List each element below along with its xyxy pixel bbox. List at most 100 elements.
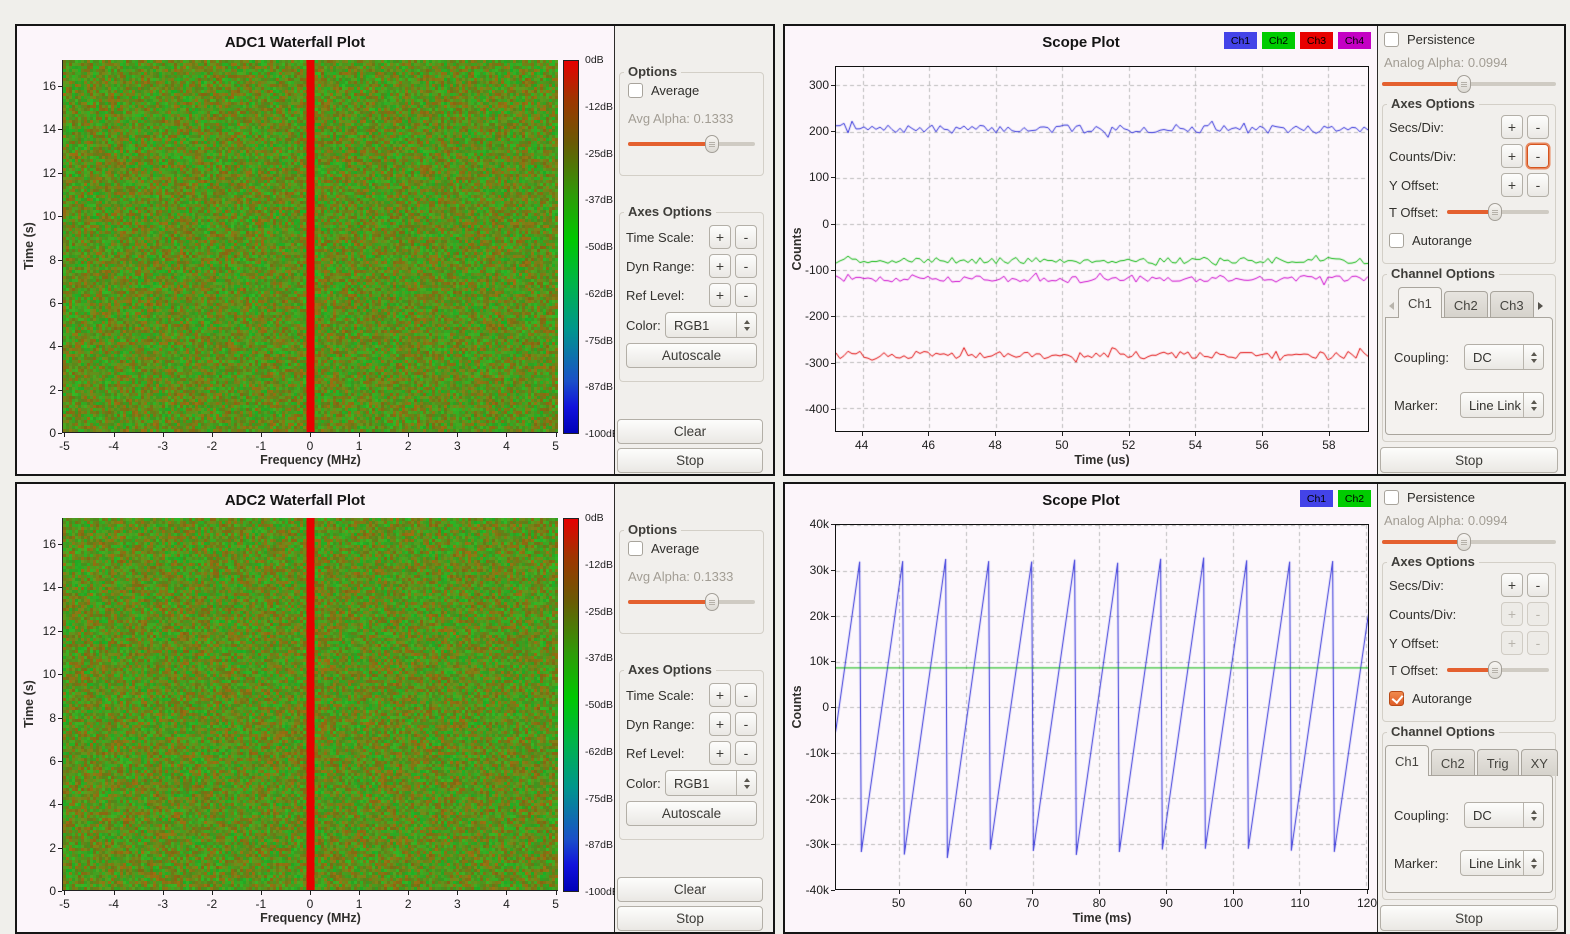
y-offset-plus-button[interactable]: + <box>1501 631 1523 655</box>
y-offset-minus-button[interactable]: - <box>1527 173 1549 197</box>
spin-down-icon[interactable] <box>1531 359 1537 363</box>
autoscale-button[interactable]: Autoscale <box>626 801 757 826</box>
average-checkbox[interactable] <box>628 83 643 98</box>
time-scale-minus-button[interactable]: - <box>735 225 757 249</box>
t-offset-slider[interactable] <box>1447 661 1549 679</box>
avg-alpha-slider[interactable] <box>628 135 755 153</box>
ref-level-minus-button[interactable]: - <box>735 741 757 765</box>
spin-up-icon[interactable] <box>744 778 750 782</box>
average-checkbox-row[interactable]: Average <box>628 541 755 556</box>
coupling-select[interactable]: DC <box>1464 802 1544 828</box>
marker-select[interactable]: Line Link <box>1460 392 1544 418</box>
tick-label: -30k <box>785 837 829 851</box>
autoscale-button[interactable]: Autoscale <box>626 343 757 368</box>
tab-ch2[interactable]: Ch2 <box>1444 291 1488 318</box>
waterfall-canvas[interactable] <box>63 60 558 432</box>
autorange-checkbox[interactable] <box>1389 691 1404 706</box>
marker-select[interactable]: Line Link <box>1460 850 1544 876</box>
colormap-select[interactable]: RGB1 <box>665 770 757 796</box>
autorange-checkbox[interactable] <box>1389 233 1404 248</box>
autorange-checkbox-row[interactable]: Autorange <box>1389 233 1547 248</box>
analog-alpha-slider[interactable] <box>1382 533 1556 551</box>
tab-scroll-left[interactable] <box>1385 296 1398 316</box>
spin-up-icon[interactable] <box>1531 858 1537 862</box>
dyn-range-minus-button[interactable]: - <box>735 712 757 736</box>
spin-down-icon[interactable] <box>1531 865 1537 869</box>
secs-div-plus-button[interactable]: + <box>1501 115 1523 139</box>
tab-ch3[interactable]: Ch3 <box>1490 291 1534 318</box>
y-offset-plus-button[interactable]: + <box>1501 173 1523 197</box>
spin-arrows[interactable] <box>736 771 756 795</box>
tick-label: 46 <box>922 438 935 452</box>
average-checkbox[interactable] <box>628 541 643 556</box>
avg-alpha-slider[interactable] <box>628 593 755 611</box>
spin-arrows[interactable] <box>1523 803 1543 827</box>
spin-up-icon[interactable] <box>1531 810 1537 814</box>
spin-down-icon[interactable] <box>744 327 750 331</box>
spin-up-icon[interactable] <box>1531 400 1537 404</box>
persistence-checkbox-row[interactable]: Persistence <box>1384 490 1556 505</box>
tab-ch2[interactable]: Ch2 <box>1431 749 1475 776</box>
spin-arrows[interactable] <box>736 313 756 337</box>
counts-div-plus-button[interactable]: + <box>1501 144 1523 168</box>
persistence-checkbox[interactable] <box>1384 490 1399 505</box>
tab-xy[interactable]: XY <box>1521 749 1558 776</box>
time-scale-plus-button[interactable]: + <box>709 225 731 249</box>
analog-alpha-slider[interactable] <box>1382 75 1556 93</box>
stop-button[interactable]: Stop <box>1380 905 1558 931</box>
spin-up-icon[interactable] <box>744 320 750 324</box>
tab-scroll-right[interactable] <box>1534 296 1547 316</box>
slider-handle[interactable] <box>1488 661 1502 679</box>
tick-label: -3 <box>157 897 168 911</box>
secs-div-minus-button[interactable]: - <box>1527 115 1549 139</box>
spin-arrows[interactable] <box>1523 393 1543 417</box>
tab-ch1[interactable]: Ch1 <box>1398 287 1442 318</box>
dyn-range-plus-button[interactable]: + <box>709 712 731 736</box>
tick-label: 0dB <box>585 54 604 66</box>
stop-button[interactable]: Stop <box>617 448 763 473</box>
slider-handle[interactable] <box>1457 75 1471 93</box>
slider-handle[interactable] <box>1488 203 1502 221</box>
spin-arrows[interactable] <box>1523 851 1543 875</box>
time-scale-minus-button[interactable]: - <box>735 683 757 707</box>
spin-arrows[interactable] <box>1523 345 1543 369</box>
counts-div-minus-button[interactable]: - <box>1527 602 1549 626</box>
colormap-select[interactable]: RGB1 <box>665 312 757 338</box>
tick-label: -400 <box>785 402 829 416</box>
counts-div-plus-button[interactable]: + <box>1501 602 1523 626</box>
tick-mark <box>310 891 311 895</box>
scope-canvas[interactable] <box>836 67 1368 431</box>
tab-ch1[interactable]: Ch1 <box>1385 745 1429 776</box>
spin-up-icon[interactable] <box>1531 352 1537 356</box>
y-offset-minus-button[interactable]: - <box>1527 631 1549 655</box>
average-checkbox-row[interactable]: Average <box>628 83 755 98</box>
stop-button[interactable]: Stop <box>617 906 763 931</box>
dyn-range-plus-button[interactable]: + <box>709 254 731 278</box>
persistence-checkbox-row[interactable]: Persistence <box>1384 32 1556 47</box>
ref-level-minus-button[interactable]: - <box>735 283 757 307</box>
secs-div-minus-button[interactable]: - <box>1527 573 1549 597</box>
spin-down-icon[interactable] <box>1531 407 1537 411</box>
autorange-checkbox-row[interactable]: Autorange <box>1389 691 1547 706</box>
secs-div-plus-button[interactable]: + <box>1501 573 1523 597</box>
tick-mark <box>831 270 835 271</box>
slider-handle[interactable] <box>705 135 719 153</box>
clear-button[interactable]: Clear <box>617 419 763 444</box>
spin-down-icon[interactable] <box>1531 817 1537 821</box>
slider-handle[interactable] <box>705 593 719 611</box>
coupling-select[interactable]: DC <box>1464 344 1544 370</box>
ref-level-plus-button[interactable]: + <box>709 283 731 307</box>
clear-button[interactable]: Clear <box>617 877 763 902</box>
persistence-checkbox[interactable] <box>1384 32 1399 47</box>
spin-down-icon[interactable] <box>744 785 750 789</box>
tab-trig[interactable]: Trig <box>1477 749 1519 776</box>
dyn-range-minus-button[interactable]: - <box>735 254 757 278</box>
stop-button[interactable]: Stop <box>1380 447 1558 473</box>
time-scale-plus-button[interactable]: + <box>709 683 731 707</box>
counts-div-minus-button[interactable]: - <box>1527 144 1549 168</box>
scope-canvas[interactable] <box>836 525 1368 889</box>
t-offset-slider[interactable] <box>1447 203 1549 221</box>
slider-handle[interactable] <box>1457 533 1471 551</box>
waterfall-canvas[interactable] <box>63 518 558 890</box>
ref-level-plus-button[interactable]: + <box>709 741 731 765</box>
